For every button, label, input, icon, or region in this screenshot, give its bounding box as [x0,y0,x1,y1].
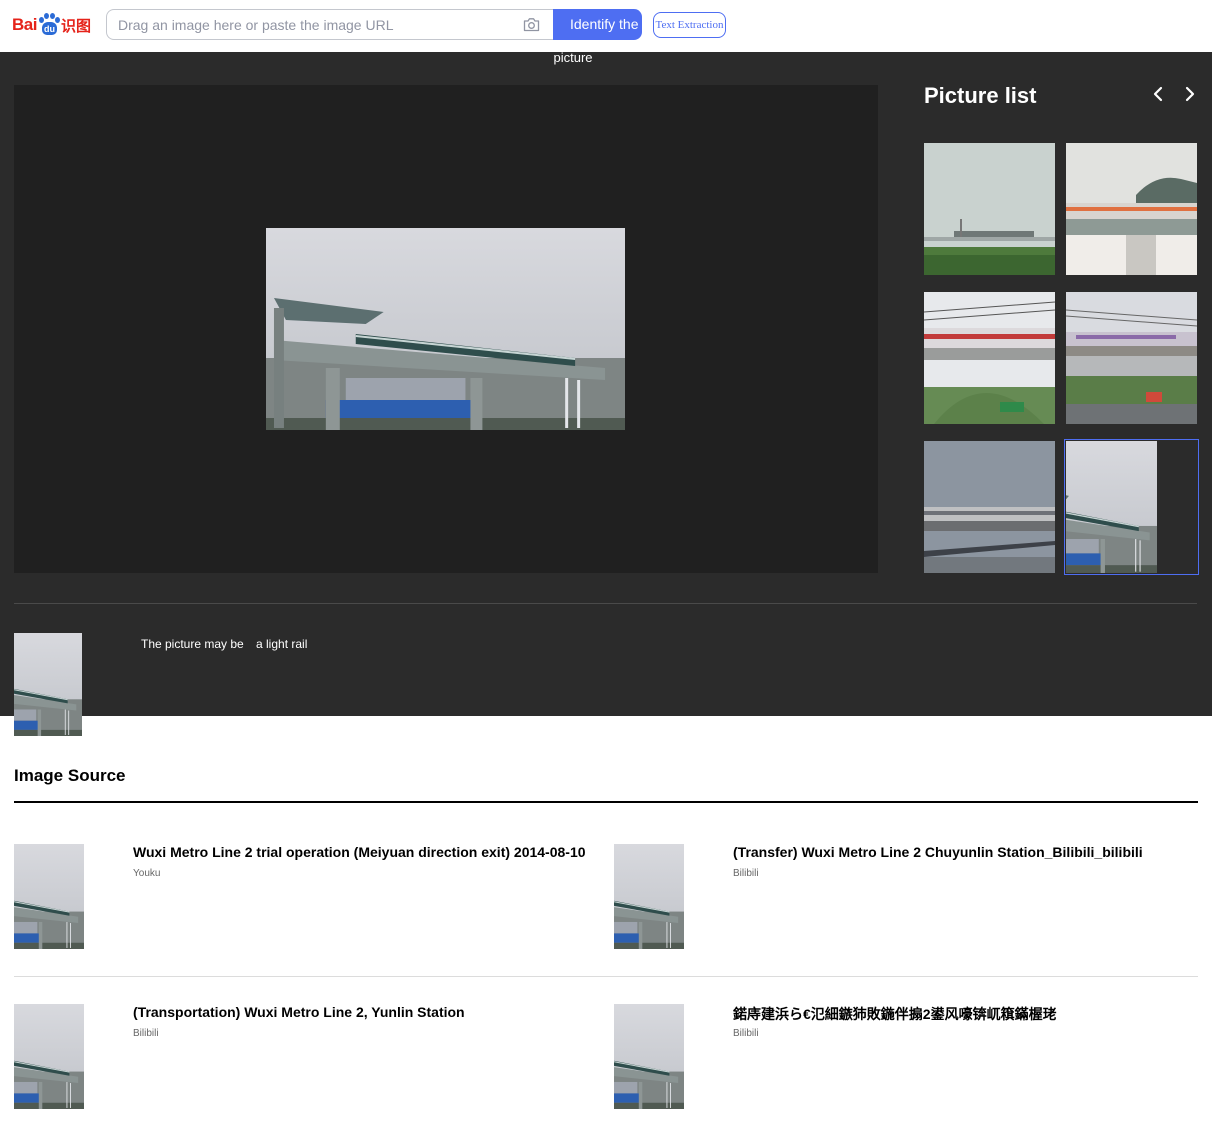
source-site: Bilibili [733,868,759,879]
thumbnail-6-selected[interactable] [1064,439,1199,575]
image-url-input[interactable] [107,10,507,39]
logo-text-du: du [41,22,57,35]
source-title[interactable]: Wuxi Metro Line 2 trial operation (Meiyu… [133,844,586,860]
thumbnail-2[interactable] [1066,143,1197,275]
source-thumbnail [614,1004,719,1109]
source-item[interactable]: 鍩庤建浜ら€氾細鏃犻敗鍦伴搧2鍙风嚎锛屼簯鏋楃珯 Bilibili [614,1004,1194,1114]
baidu-shitu-logo[interactable]: Bai du 识图 [12,10,94,40]
preview-image [266,228,625,430]
logo-text-bai: Bai [12,15,37,34]
image-viewer: Picture list The picture may be a light … [0,52,1212,716]
source-item[interactable]: (Transfer) Wuxi Metro Line 2 Chuyunlin S… [614,844,1194,954]
logo-text-shitu: 识图 [60,17,91,35]
identify-button-overflow-text: picture [553,50,593,65]
source-thumbnail [14,844,119,949]
chevron-left-icon[interactable] [1151,85,1165,103]
image-source-rule [14,801,1198,803]
source-title[interactable]: (Transportation) Wuxi Metro Line 2, Yunl… [133,1004,465,1020]
image-source-heading: Image Source [14,766,126,785]
source-title[interactable]: 鍩庤建浜ら€氾細鏃犻敗鍦伴搧2鍙风嚎锛屼簯鏋楃珯 [733,1004,1057,1024]
preview-stage [14,85,878,573]
source-title[interactable]: (Transfer) Wuxi Metro Line 2 Chuyunlin S… [733,844,1143,860]
source-item[interactable]: Wuxi Metro Line 2 trial operation (Meiyu… [14,844,594,954]
result-keyword-link[interactable]: a light rail [256,637,307,651]
thumbnail-5[interactable] [924,441,1055,573]
thumbnail-4[interactable] [1066,292,1197,424]
result-description: The picture may be [141,637,244,651]
thumbnail-1[interactable] [924,143,1055,275]
viewer-divider [14,603,1197,604]
text-extraction-button[interactable]: Text Extraction [653,12,726,38]
top-header: Bai du 识图 Identify the Text Extraction [0,0,1212,52]
source-thumbnail [14,1004,119,1109]
source-item[interactable]: (Transportation) Wuxi Metro Line 2, Yunl… [14,1004,594,1114]
source-divider [14,976,1198,977]
picture-list-title: Picture list [924,83,1037,108]
source-thumbnail [614,844,719,949]
chevron-right-icon[interactable] [1183,85,1197,103]
identify-picture-button[interactable]: Identify the [553,9,642,40]
source-site: Bilibili [733,1028,759,1039]
search-box [106,9,554,40]
source-site: Youku [133,868,161,879]
camera-icon[interactable] [523,17,540,32]
source-site: Bilibili [133,1028,159,1039]
result-thumbnail [14,633,117,736]
paw-icon: du [38,13,60,37]
thumbnail-3[interactable] [924,292,1055,424]
identify-button-label: Identify the [570,16,639,32]
